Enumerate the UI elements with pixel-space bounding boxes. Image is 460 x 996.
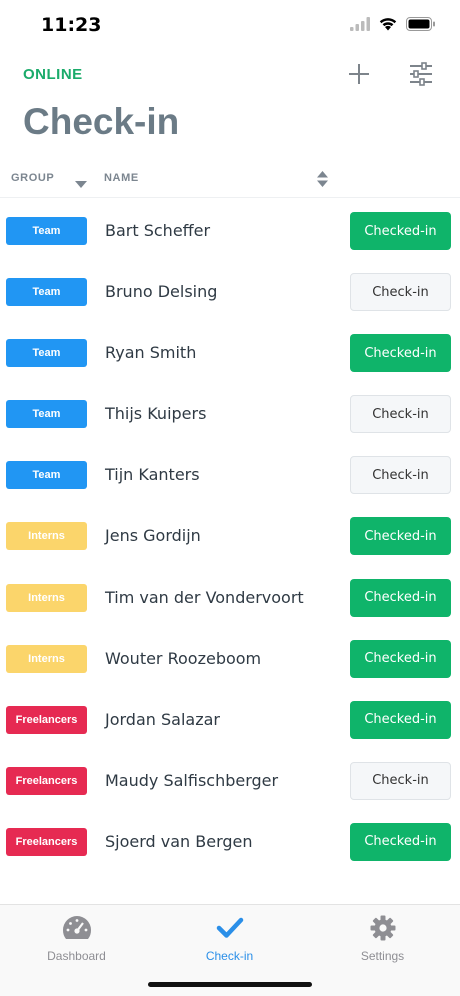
check-in-button[interactable]: Check-in (350, 273, 451, 312)
group-badge: Team (6, 400, 87, 429)
status-bar: 11:23 (0, 0, 460, 50)
group-column-header[interactable]: GROUP (11, 172, 54, 184)
caret-down-icon[interactable] (75, 176, 87, 194)
plus-icon[interactable] (345, 60, 373, 88)
person-name: Tim van der Vondervoort (105, 587, 304, 607)
group-badge: Freelancers (6, 827, 87, 856)
battery-icon (406, 16, 436, 31)
list-item: Team Bruno Delsing Check-in (0, 262, 460, 323)
checkin-list: Team Bart Scheffer Checked-in Team Bruno Del… (0, 201, 460, 873)
group-badge: Freelancers (6, 705, 87, 734)
tab-label-settings: Settings (360, 949, 405, 963)
list-item: Team Thijs Kuipers Check-in (0, 384, 460, 445)
person-name: Bruno Delsing (105, 282, 218, 302)
person-name: Sjoerd van Bergen (105, 831, 253, 851)
group-badge: Team (6, 278, 87, 307)
person-name: Jordan Salazar (105, 709, 220, 729)
tab-dashboard[interactable]: Dashboard (0, 913, 153, 963)
list-item: Team Ryan Smith Checked-in (0, 323, 460, 384)
group-badge: Interns (6, 522, 87, 551)
online-status: ONLINE (23, 66, 83, 83)
list-item: Interns Jens Gordijn Checked-in (0, 506, 460, 567)
checkmark-icon (215, 913, 245, 943)
name-column-header[interactable]: NAME (104, 172, 139, 184)
group-badge: Interns (6, 644, 87, 673)
column-header: GROUP NAME (0, 160, 460, 198)
person-name: Jens Gordijn (105, 526, 201, 546)
status-icons (350, 16, 436, 31)
wifi-icon (378, 16, 398, 31)
list-item: Interns Tim van der Vondervoort Checked-in (0, 568, 460, 629)
home-indicator[interactable] (148, 982, 312, 987)
list-item: Freelancers Sjoerd van Bergen Checked-in (0, 812, 460, 873)
group-badge: Team (6, 217, 87, 245)
person-name: Maudy Salfischberger (105, 770, 279, 790)
list-item: Team Bart Scheffer Checked-in (0, 201, 460, 262)
person-name: Thijs Kuipers (105, 404, 207, 424)
sort-icon[interactable] (317, 171, 328, 192)
group-badge: Team (6, 461, 87, 490)
checked-in-button[interactable]: Checked-in (350, 822, 451, 861)
gear-icon (368, 913, 398, 943)
check-in-button[interactable]: Check-in (350, 395, 451, 434)
check-in-button[interactable]: Check-in (350, 456, 451, 495)
tab-settings[interactable]: Settings (306, 913, 459, 963)
tab-label-dashboard: Dashboard (47, 949, 106, 963)
gauge-icon (62, 913, 92, 943)
group-badge: Team (6, 339, 87, 368)
tab-label-checkin: Check-in (205, 949, 254, 963)
tab-bar: Dashboard Check-in Settings (0, 904, 460, 996)
person-name: Bart Scheffer (105, 221, 211, 240)
page-title: Check-in (23, 101, 180, 142)
status-time: 11:23 (41, 14, 102, 36)
checked-in-button[interactable]: Checked-in (350, 517, 451, 556)
tab-checkin[interactable]: Check-in (153, 913, 306, 963)
person-name: Ryan Smith (105, 343, 197, 363)
checked-in-button[interactable]: Checked-in (350, 578, 451, 617)
signal-icon (350, 16, 370, 31)
list-item: Team Tijn Kanters Check-in (0, 445, 460, 506)
check-in-button[interactable]: Check-in (350, 761, 451, 800)
group-badge: Freelancers (6, 766, 87, 795)
sliders-icon[interactable] (407, 60, 435, 88)
group-badge: Interns (6, 583, 87, 612)
checked-in-button[interactable]: Checked-in (350, 334, 451, 373)
list-item: Interns Wouter Roozeboom Checked-in (0, 629, 460, 690)
checked-in-button[interactable]: Checked-in (350, 212, 451, 250)
person-name: Tijn Kanters (105, 465, 200, 485)
header: ONLINE (0, 56, 460, 96)
list-item: Freelancers Maudy Salfischberger Check-in (0, 751, 460, 812)
person-name: Wouter Roozeboom (105, 648, 262, 668)
list-item: Freelancers Jordan Salazar Checked-in (0, 690, 460, 751)
checked-in-button[interactable]: Checked-in (350, 639, 451, 678)
checked-in-button[interactable]: Checked-in (350, 700, 451, 739)
